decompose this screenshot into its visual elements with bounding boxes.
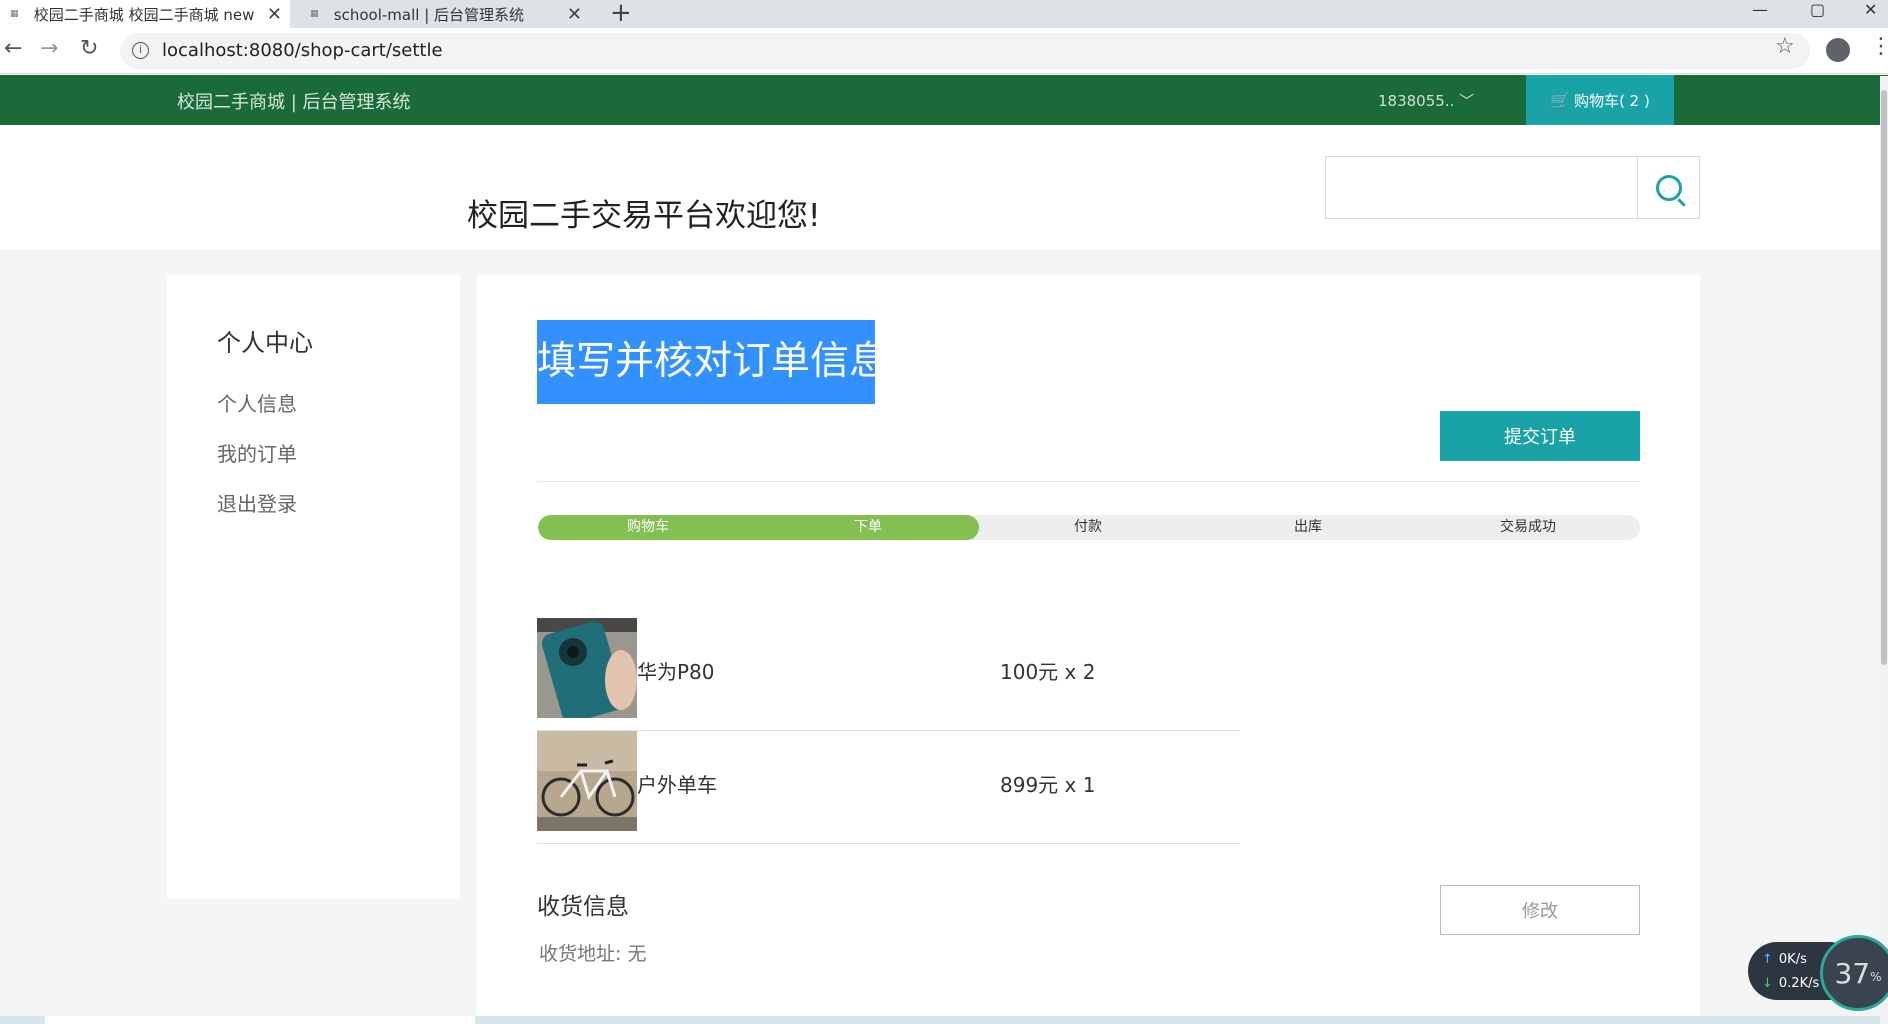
tab-title: 校园二手商城 校园二手商城 new: [33, 5, 255, 24]
bookmark-star-icon[interactable]: ☆: [1775, 34, 1795, 59]
item-price: 100元 x 2: [1000, 660, 1096, 684]
sidebar-title: 个人中心: [217, 329, 313, 357]
step-place-order: 下单: [854, 519, 882, 535]
window-close-button[interactable]: ✕: [1864, 0, 1877, 19]
forward-icon[interactable]: →: [40, 36, 58, 61]
site-header: 校园二手商城 | 后台管理系统 1838055.. ﹀ 🛒 购物车( 2 ): [0, 75, 1888, 125]
search-icon: [1656, 174, 1682, 201]
cpu-gauge[interactable]: 37%: [1820, 935, 1888, 1011]
brand-link[interactable]: 校园二手商城 | 后台管理系统: [177, 88, 411, 114]
order-progress-bar: 购物车 下单 付款 出库 交易成功: [538, 515, 1640, 540]
sidebar-item-profile[interactable]: 个人信息: [217, 388, 297, 417]
grid-icon: ▦: [10, 9, 19, 19]
back-icon[interactable]: ←: [4, 36, 22, 61]
account-icon[interactable]: [1826, 38, 1850, 62]
menu-icon[interactable]: ⋮: [1870, 34, 1888, 59]
order-item: 华为P80 100元 x 2: [537, 618, 1240, 731]
browser-tab-bar: ▦ 校园二手商城 校园二手商城 new ✕ ▦ school-mall | 后台…: [0, 0, 1888, 28]
cart-label: 购物车( 2 ): [1574, 91, 1650, 110]
info-icon[interactable]: i: [132, 42, 149, 59]
divider: [537, 481, 1640, 482]
maximize-button[interactable]: ▢: [1810, 0, 1825, 19]
grid-icon: ▦: [310, 9, 319, 19]
cpu-value: 37: [1834, 956, 1871, 990]
url-text: localhost:8080/shop-cart/settle: [162, 40, 443, 61]
personal-center-sidebar: 个人中心 个人信息 我的订单 退出登录: [167, 275, 460, 899]
new-tab-button[interactable]: +: [610, 0, 632, 28]
sidebar-item-orders[interactable]: 我的订单: [217, 438, 297, 467]
step-cart: 购物车: [627, 519, 669, 535]
bicycle-photo: [537, 731, 637, 831]
item-name: 户外单车: [637, 773, 717, 797]
bottom-strip: [0, 1016, 1888, 1024]
search-box: [1325, 156, 1700, 219]
item-name: 华为P80: [637, 660, 715, 684]
download-arrow-icon: ↓: [1762, 976, 1773, 991]
upload-arrow-icon: ↑: [1762, 952, 1773, 967]
order-panel: 填写并核对订单信息 提交订单 购物车 下单 付款 出库 交易成功 华为P80 1…: [477, 275, 1700, 1024]
browser-tab[interactable]: ▦ school-mall | 后台管理系统 ✕: [300, 0, 590, 28]
cart-icon: 🛒: [1550, 90, 1571, 110]
order-item: 户外单车 899元 x 1: [537, 731, 1240, 844]
step-payment: 付款: [1074, 519, 1102, 535]
download-speed: 0.2K/s: [1778, 976, 1820, 991]
minimize-button[interactable]: —: [1752, 0, 1768, 19]
modify-address-button[interactable]: 修改: [1440, 885, 1640, 935]
search-input[interactable]: [1326, 157, 1638, 218]
step-success: 交易成功: [1500, 519, 1556, 535]
shipping-title: 收货信息: [537, 894, 629, 920]
sidebar-item-logout[interactable]: 退出登录: [217, 488, 297, 517]
address-bar: ← → ↻ i localhost:8080/shop-cart/settle: [0, 28, 1888, 74]
tab-title: school-mall | 后台管理系统: [333, 5, 525, 24]
scrollbar-thumb[interactable]: [1881, 90, 1887, 665]
close-icon[interactable]: ✕: [267, 4, 282, 25]
cpu-unit: %: [1870, 970, 1882, 984]
user-dropdown[interactable]: 1838055.. ﹀: [1378, 90, 1474, 111]
shipping-address: 收货地址: 无: [539, 943, 647, 965]
phone-photo: [537, 618, 637, 718]
cart-button[interactable]: 🛒 购物车( 2 ): [1526, 75, 1674, 125]
upload-speed: 0K/s: [1778, 952, 1807, 967]
item-price: 899元 x 1: [1000, 773, 1096, 797]
reload-icon[interactable]: ↻: [80, 36, 98, 61]
search-button[interactable]: [1638, 157, 1700, 218]
url-field[interactable]: i localhost:8080/shop-cart/settle: [120, 33, 1810, 69]
browser-tab-active[interactable]: ▦ 校园二手商城 校园二手商城 new ✕: [0, 0, 290, 28]
bottom-strip-segment: [45, 1016, 475, 1024]
page-scrollbar[interactable]: [1880, 76, 1888, 1024]
step-shipping: 出库: [1294, 519, 1322, 535]
welcome-text: 校园二手交易平台欢迎您!: [467, 198, 821, 234]
page-title: 填写并核对订单信息: [537, 320, 875, 404]
close-icon[interactable]: ✕: [567, 4, 582, 25]
submit-order-button[interactable]: 提交订单: [1440, 411, 1640, 461]
